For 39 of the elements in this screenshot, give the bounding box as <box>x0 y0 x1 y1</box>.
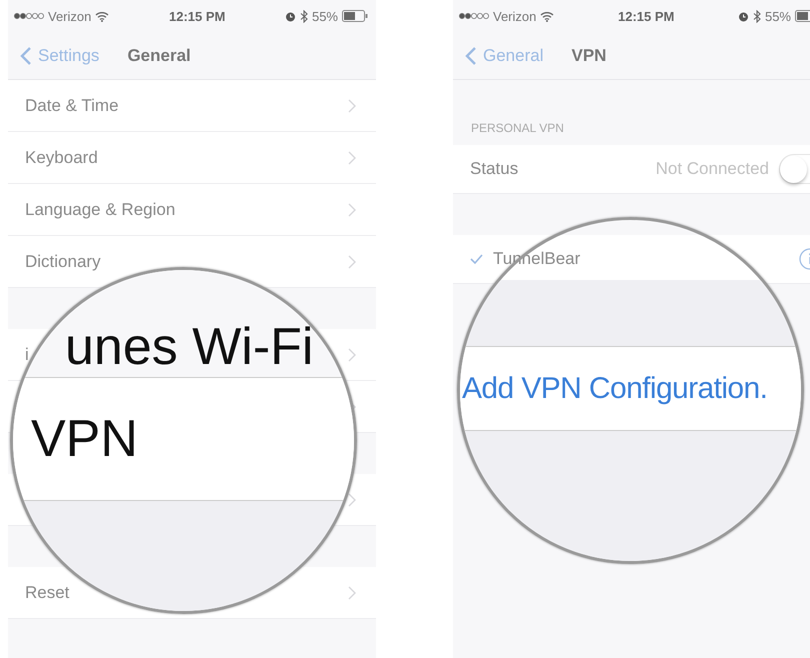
back-chevron-icon <box>465 46 477 66</box>
magnified-label: unes Wi-Fi <box>65 321 314 373</box>
signal-icon <box>14 12 44 20</box>
wifi-icon <box>95 10 110 22</box>
chevron-icon <box>348 98 356 112</box>
chevron-icon <box>348 254 356 268</box>
magnified-label: VPN <box>31 409 138 469</box>
status-time: 12:15 PM <box>618 8 674 24</box>
bluetooth-icon <box>752 10 761 22</box>
row-label: Date & Time <box>25 96 119 116</box>
alarm-icon <box>284 10 296 22</box>
carrier-name: Verizon <box>48 8 92 24</box>
row-label: Reset <box>25 582 70 602</box>
chevron-icon <box>348 348 356 362</box>
row-label: Dictionary <box>25 252 101 272</box>
alarm-icon <box>738 10 749 22</box>
wifi-icon <box>540 10 554 22</box>
back-link[interactable]: General <box>465 46 544 66</box>
bluetooth-icon <box>300 10 308 22</box>
carrier-name: Verizon <box>493 8 536 24</box>
back-link[interactable]: Settings <box>20 46 100 66</box>
screen-title: VPN <box>571 46 606 66</box>
signal-icon <box>459 12 489 20</box>
battery-percent: 55% <box>764 8 791 24</box>
row-label: Keyboard <box>25 148 98 168</box>
row-label: Status <box>470 159 518 179</box>
chevron-icon <box>348 150 356 164</box>
screen-title: General <box>127 46 191 66</box>
status-value: Not Connected <box>656 159 769 179</box>
battery-icon <box>342 10 368 22</box>
row-label: Language & Region <box>25 200 176 220</box>
chevron-icon <box>348 586 356 600</box>
section-header: PERSONAL VPN <box>471 121 564 135</box>
back-chevron-icon <box>20 46 32 66</box>
row-label: i <box>25 344 29 364</box>
status-time: 12:15 PM <box>168 8 226 24</box>
battery-percent: 55% <box>312 8 338 24</box>
chevron-icon <box>348 492 356 506</box>
chevron-icon <box>348 202 356 216</box>
